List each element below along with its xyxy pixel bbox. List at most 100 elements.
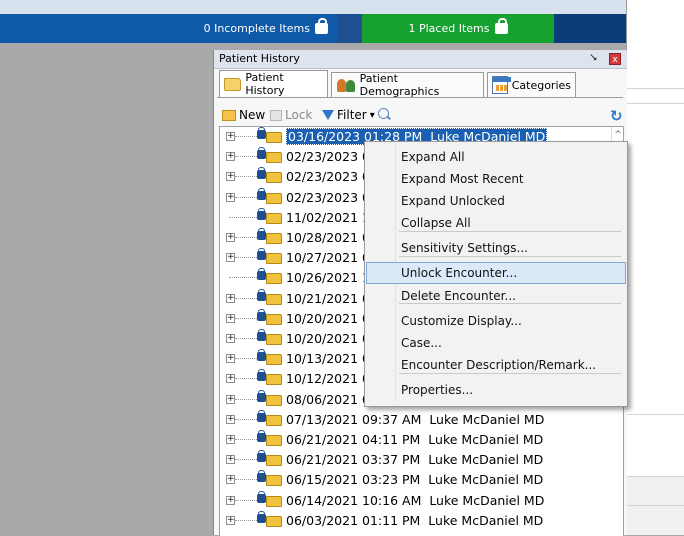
encounter-provider: Luke McDaniel MD (429, 492, 545, 508)
encounter-date: 07/13/2021 09:37 AM (286, 411, 422, 427)
folder-icon (266, 273, 282, 285)
tab-patient-demographics[interactable]: Patient Demographics (331, 72, 484, 98)
menu-item-label: Case... (401, 336, 442, 350)
divider (627, 414, 684, 415)
new-button[interactable]: New (222, 108, 265, 122)
tree-connector (235, 519, 257, 521)
tree-connector (235, 297, 257, 299)
menu-item[interactable]: Unlock Encounter... (366, 262, 626, 284)
lock-icon (257, 147, 266, 160)
calendar-icon (492, 76, 511, 94)
encounter-row[interactable]: +07/13/2021 09:37 AM Luke McDaniel MD (220, 409, 610, 430)
expand-toggle[interactable]: + (226, 374, 235, 384)
tab-categories[interactable]: Categories (487, 72, 576, 97)
menu-item-label: Expand All (401, 150, 465, 164)
lock-icon (257, 369, 266, 382)
encounter-row[interactable]: +06/21/2021 03:37 PM Luke McDaniel MD (220, 450, 610, 470)
tree-connector (235, 439, 257, 440)
folder-icon (266, 435, 282, 446)
expand-toggle[interactable]: + (226, 253, 235, 263)
search-button[interactable] (372, 108, 389, 119)
encounter-row[interactable]: +06/21/2021 04:11 PM Luke McDaniel MD (220, 430, 610, 450)
menu-item[interactable]: Expand Unlocked (366, 190, 626, 212)
lock-button[interactable]: Lock (270, 108, 312, 122)
encounter-date: 06/21/2021 03:37 PM (286, 452, 421, 468)
encounter-provider: Luke McDaniel MD (428, 432, 544, 447)
lock-icon (494, 18, 508, 34)
divider (627, 88, 684, 89)
encounter-label[interactable]: 07/13/2021 09:37 AM Luke McDaniel MD (286, 412, 544, 427)
menu-item[interactable]: Customize Display... (366, 310, 626, 332)
incomplete-items-label: 0 Incomplete Items (203, 22, 310, 35)
folder-icon (266, 414, 282, 426)
menu-item-label: Unlock Encounter... (401, 266, 518, 280)
refresh-icon[interactable]: ↻ (610, 107, 623, 125)
expand-toggle[interactable]: + (226, 192, 235, 202)
expand-toggle[interactable]: + (226, 394, 235, 404)
folder-icon (266, 132, 282, 143)
folder-icon (266, 354, 282, 366)
folder-icon (266, 233, 282, 244)
expand-toggle[interactable]: + (226, 495, 235, 505)
menu-item-label: Properties... (401, 383, 474, 397)
menu-item[interactable]: Expand All (366, 146, 626, 168)
expand-toggle[interactable]: + (226, 455, 235, 465)
tree-connector (229, 277, 257, 279)
filter-label: Filter (337, 108, 367, 122)
expand-toggle[interactable]: + (226, 172, 235, 182)
expand-toggle[interactable]: + (226, 132, 235, 141)
menu-separator (399, 231, 621, 232)
filter-button[interactable]: Filter ▾ (322, 108, 375, 122)
new-folder-icon (222, 109, 236, 121)
encounter-date: 06/03/2021 01:11 PM (286, 512, 421, 528)
tree-connector (235, 176, 257, 178)
divider (627, 505, 684, 506)
encounter-label[interactable]: 06/21/2021 03:37 PM Luke McDaniel MD (286, 452, 543, 467)
menu-item-label: Sensitivity Settings... (401, 241, 528, 255)
menu-item[interactable]: Expand Most Recent (366, 168, 626, 190)
tree-connector (235, 459, 257, 461)
tab-label: Categories (511, 78, 571, 92)
expand-toggle[interactable]: + (226, 414, 235, 424)
tree-connector (235, 136, 257, 137)
encounter-label[interactable]: 06/15/2021 03:23 PM Luke McDaniel MD (286, 472, 543, 487)
incomplete-items-indicator[interactable]: 0 Incomplete Items (0, 14, 338, 43)
encounter-label[interactable]: 06/03/2021 01:11 PM Luke McDaniel MD (286, 513, 543, 528)
tree-connector (235, 338, 257, 339)
placed-items-indicator[interactable]: 1 Placed Items (362, 14, 554, 43)
tree-connector (235, 418, 257, 420)
filter-icon (322, 110, 334, 120)
lock-icon (257, 288, 266, 301)
tree-connector (235, 378, 257, 380)
folder-icon (266, 313, 282, 325)
encounter-row[interactable]: +06/15/2021 03:23 PM Luke McDaniel MD (220, 470, 610, 490)
lock-icon (270, 109, 282, 121)
encounter-row[interactable]: +06/14/2021 10:16 AM Luke McDaniel MD (220, 490, 610, 511)
panel-title: Patient History (219, 52, 300, 65)
expand-toggle[interactable]: + (226, 515, 235, 525)
tab-patient-history[interactable]: Patient History (219, 70, 328, 97)
lock-icon (257, 349, 266, 362)
expand-toggle[interactable]: + (226, 293, 235, 303)
menu-item[interactable]: Properties... (366, 379, 626, 401)
context-menu: Expand All Expand Most Recent Expand Unloc… (364, 141, 628, 407)
encounter-label[interactable]: 06/21/2021 04:11 PM Luke McDaniel MD (286, 432, 543, 447)
top-strip (0, 0, 626, 14)
encounter-row[interactable]: +06/03/2021 01:11 PM Luke McDaniel MD (220, 510, 610, 531)
menu-item[interactable]: Case... (366, 332, 626, 354)
expand-toggle[interactable]: + (226, 475, 235, 485)
encounter-provider: Luke McDaniel MD (428, 452, 544, 468)
expand-toggle[interactable]: + (226, 152, 235, 162)
close-icon[interactable]: x (609, 53, 621, 65)
expand-toggle[interactable]: + (226, 313, 235, 323)
encounter-label[interactable]: 06/14/2021 10:16 AM Luke McDaniel MD (286, 493, 544, 508)
expand-toggle[interactable]: + (226, 233, 235, 242)
pin-icon[interactable]: ⭨ (590, 51, 597, 65)
expand-toggle[interactable]: + (226, 334, 235, 343)
expand-toggle[interactable]: + (226, 435, 235, 444)
lock-icon (257, 228, 266, 240)
folder-icon (266, 334, 282, 345)
folder-icon (266, 475, 282, 487)
expand-toggle[interactable]: + (226, 354, 235, 364)
menu-separator (399, 256, 621, 257)
